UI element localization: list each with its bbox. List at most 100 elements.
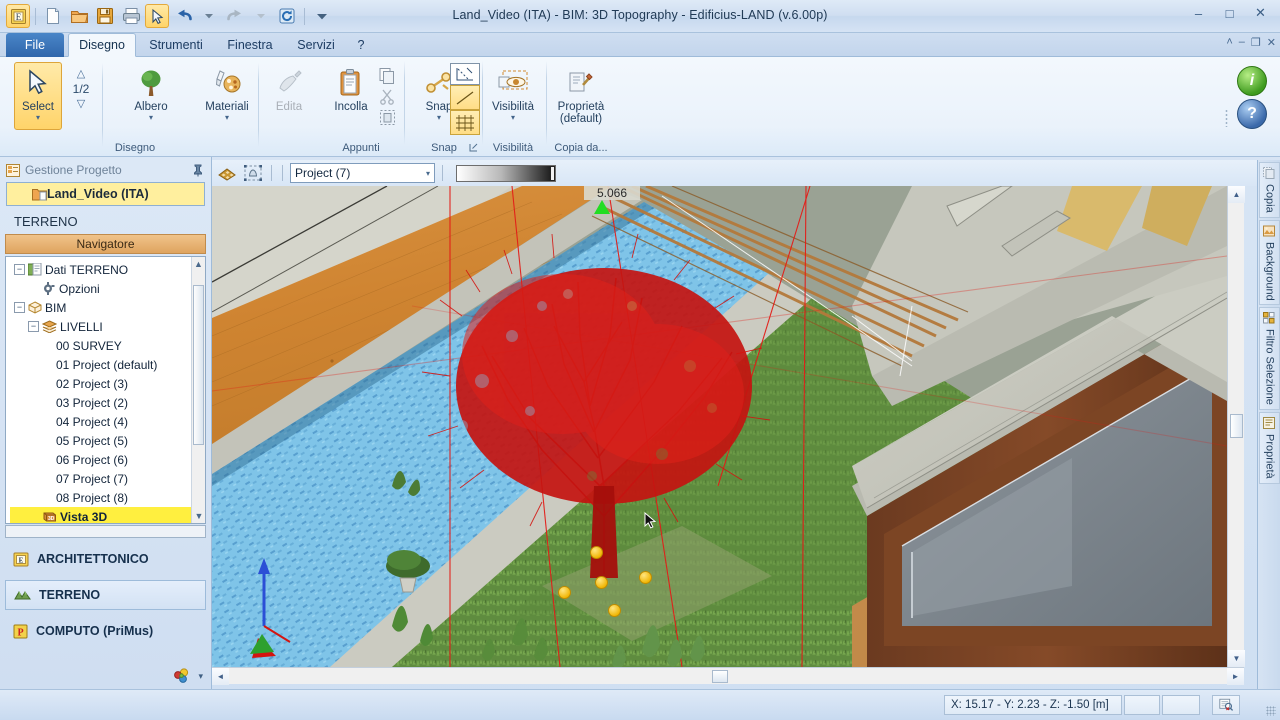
tab-disegno[interactable]: Disegno [68, 33, 136, 57]
tree-item[interactable]: 01 Project (default) [10, 355, 205, 374]
materiali-tool-caret[interactable]: ▾ [225, 114, 229, 122]
selection-handle[interactable] [595, 576, 608, 589]
settings-flower-icon[interactable] [172, 667, 190, 685]
pin-icon[interactable] [193, 164, 203, 177]
visibilita-button[interactable]: Visibilità ▾ [482, 63, 544, 133]
snap-caret[interactable]: ▾ [437, 114, 441, 122]
tree-scroll-down-arrow[interactable]: ▼ [192, 509, 205, 523]
viewport-horizontal-scrollbar[interactable]: ◄ ► [212, 667, 1244, 685]
viewport-scroll-right-arrow[interactable]: ► [1227, 668, 1244, 685]
proprieta-label-line1: Proprietà [557, 101, 605, 113]
project-document-item[interactable]: Land_Video (ITA) [6, 182, 205, 206]
selection-handle[interactable] [590, 546, 603, 559]
tree-item[interactable]: 00 SURVEY [10, 336, 205, 355]
proprieta-default-button[interactable]: Proprietà (default) [548, 63, 614, 141]
tab-file[interactable]: File [6, 33, 64, 57]
paste-special-icon[interactable] [374, 107, 400, 128]
navigatore-header[interactable]: Navigatore [5, 234, 206, 254]
visibilita-caret[interactable]: ▾ [511, 114, 515, 122]
tree-item[interactable]: 05 Project (5) [10, 431, 205, 450]
tree-item[interactable]: 06 Project (6) [10, 450, 205, 469]
module-button-terreno[interactable]: TERRENO [5, 580, 206, 610]
window-minimize-button[interactable]: – [1185, 3, 1212, 23]
selection-handle[interactable] [608, 604, 621, 617]
tree-item[interactable]: − BIM [10, 298, 205, 317]
mdi-minimize-button[interactable]: – [1239, 36, 1245, 49]
window-close-button[interactable]: ✕ [1247, 3, 1274, 23]
albero-tool-button[interactable]: Albero ▾ [120, 63, 182, 133]
tree-expander-icon[interactable]: − [14, 302, 25, 313]
info-icon[interactable]: i [1237, 66, 1267, 96]
transparency-slider-handle[interactable] [550, 165, 555, 181]
mdi-close-button[interactable]: ✕ [1267, 36, 1276, 49]
tree-item[interactable]: − Dati TERRENO [10, 260, 205, 279]
transparency-slider[interactable] [456, 164, 556, 182]
tree-item[interactable]: − LIVELLI [10, 317, 205, 336]
mdi-restore-button[interactable]: ❐ [1251, 36, 1261, 49]
selection-handle[interactable] [639, 571, 652, 584]
visibilita-label: Visibilità [492, 101, 534, 113]
tree-expander-icon[interactable]: − [28, 321, 39, 332]
incolla-button[interactable]: Incolla [320, 63, 382, 133]
tab-strumenti[interactable]: Strumenti [140, 33, 212, 57]
right-tab-background[interactable]: Background [1259, 219, 1280, 306]
snapshot-icon[interactable] [1212, 695, 1240, 715]
tree-scroll-thumb[interactable] [193, 285, 204, 445]
viewport-3d[interactable]: 5.066 [212, 186, 1227, 667]
spinner-down-icon[interactable]: ▽ [68, 97, 94, 111]
right-tab-propriet[interactable]: Proprietà [1259, 412, 1280, 484]
viewport-vscroll-thumb[interactable] [1230, 414, 1243, 438]
tree-item-label: Vista 3D [60, 509, 108, 524]
tree-item[interactable]: 07 Project (7) [10, 469, 205, 488]
tree-item[interactable]: 03 Project (2) [10, 393, 205, 412]
resize-grip[interactable] [1266, 706, 1276, 716]
tree-item-selected[interactable]: 3D Vista 3D [10, 507, 205, 524]
tree-item[interactable]: 04 Project (4) [10, 412, 205, 431]
level-spinner[interactable]: △ 1/2 ▽ [68, 67, 94, 111]
mdi-collapse-ribbon-button[interactable]: ˄ [1226, 36, 1232, 49]
tree-expander-icon[interactable]: − [14, 264, 25, 275]
tab-servizi[interactable]: Servizi [288, 33, 344, 57]
viewport-hscroll-thumb[interactable] [712, 670, 728, 683]
tree-scroll-up-arrow[interactable]: ▲ [192, 257, 205, 271]
selection-filter-icon [1263, 312, 1276, 325]
select-tool-caret[interactable]: ▾ [36, 114, 40, 122]
snap-ortho-icon[interactable] [450, 63, 480, 85]
footer-caret-icon[interactable]: ▾ [198, 671, 203, 682]
viewport-scroll-down-arrow[interactable]: ▼ [1228, 650, 1245, 667]
tree-item[interactable]: 08 Project (8) [10, 488, 205, 507]
tree-item[interactable]: Opzioni [10, 279, 205, 298]
project-tree[interactable]: − Dati TERRENO Opzioni − BIM − LIVELLI 00 SURVE… [5, 256, 206, 524]
tab-help[interactable]: ? [348, 33, 374, 57]
title-bar: E Land_Video (ITA) - BIM: 3D Topography … [0, 0, 1280, 33]
copy-icon[interactable] [374, 65, 400, 86]
viewport-vertical-scrollbar[interactable]: ▲ ▼ [1227, 186, 1245, 667]
module-button-architettonico[interactable]: E ARCHITETTONICO [5, 544, 206, 574]
select-tool-button[interactable]: Select ▾ [14, 62, 62, 130]
cut-icon[interactable] [374, 86, 400, 107]
help-icon[interactable]: ? [1237, 99, 1267, 129]
snap-line-toggle[interactable] [450, 85, 480, 110]
viewport-scroll-up-arrow[interactable]: ▲ [1228, 186, 1245, 203]
selection-handle[interactable] [558, 586, 571, 599]
tree-horizontal-scrollbar[interactable] [5, 525, 206, 538]
properties-panel-icon [1263, 417, 1276, 430]
snap-grid-toggle[interactable] [450, 110, 480, 135]
window-restore-button[interactable]: □ [1216, 3, 1243, 23]
viewport-scroll-left-arrow[interactable]: ◄ [212, 668, 229, 685]
chevron-down-icon[interactable]: ▾ [426, 169, 430, 178]
right-tab-copia[interactable]: Copia [1259, 162, 1280, 218]
module-button-computo-primus[interactable]: P COMPUTO (PriMus) [5, 616, 206, 646]
textured-render-icon[interactable] [216, 162, 238, 184]
right-tab-label: Background [1263, 241, 1276, 301]
level-combo[interactable]: Project (7) ▾ [290, 163, 435, 183]
selection-frame-icon[interactable] [242, 162, 264, 184]
spinner-up-icon[interactable]: △ [68, 67, 94, 81]
tree-item[interactable]: 02 Project (3) [10, 374, 205, 393]
materiali-tool-button[interactable]: Materiali ▾ [196, 63, 258, 133]
tree-vertical-scrollbar[interactable]: ▲ ▼ [191, 257, 205, 523]
tab-finestra[interactable]: Finestra [216, 33, 284, 57]
right-tab-filtro-selezione[interactable]: Filtro Selezione [1259, 307, 1280, 411]
albero-tool-caret[interactable]: ▾ [149, 114, 153, 122]
mdi-window-controls: ˄ – ❐ ✕ [1226, 36, 1276, 49]
